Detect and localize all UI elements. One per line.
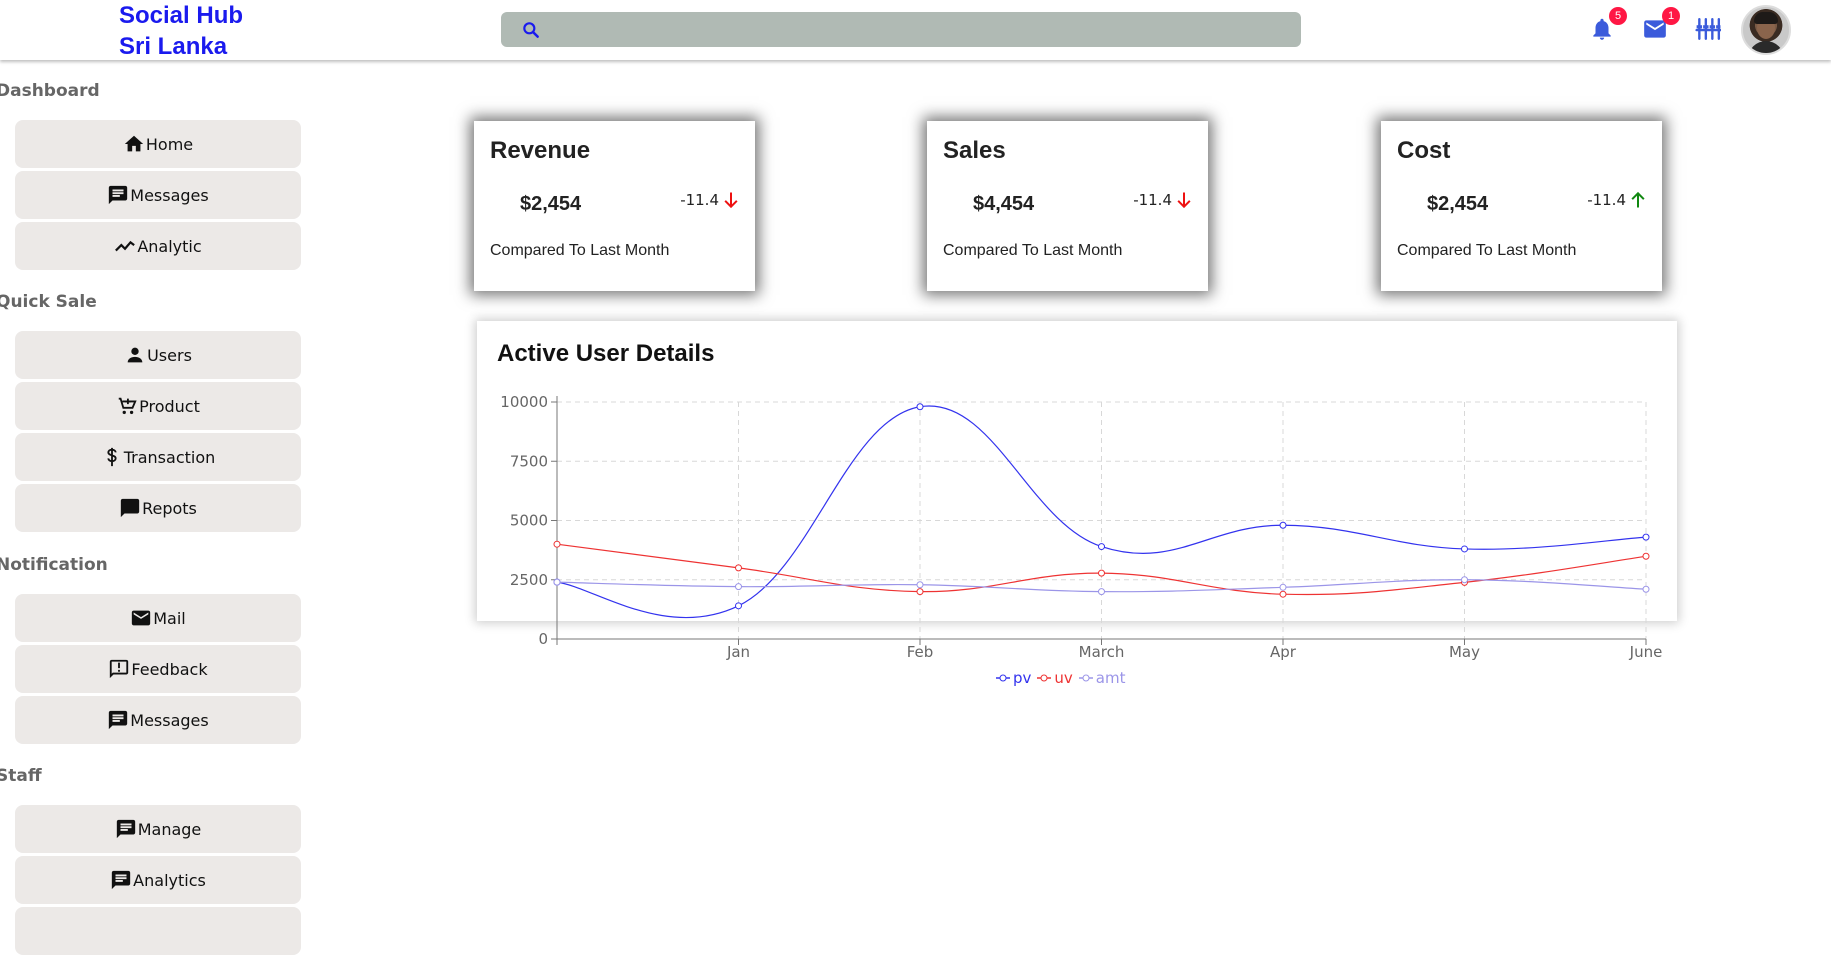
x-tick-label: May (1449, 643, 1480, 661)
sidebar-item-repots[interactable]: Repots (15, 484, 301, 532)
settings-sliders-icon (1695, 18, 1723, 40)
message-icon (112, 870, 131, 890)
card-value: $2,454 (520, 193, 582, 215)
sidebar-item-analytics[interactable]: Analytics (15, 856, 301, 904)
chart-legend: pv uv amt (996, 669, 1125, 687)
x-tick-label: Feb (907, 643, 934, 661)
sidebar-item-transaction[interactable]: Transaction (15, 433, 301, 481)
arrow-down-icon (724, 192, 738, 209)
card-subtitle: Compared To Last Month (490, 242, 670, 259)
message-icon (116, 819, 135, 839)
sidebar-item-users[interactable]: Users (15, 331, 301, 379)
sidebar: Dashboard Home Messages Analytic Quick S… (0, 60, 310, 955)
search-icon[interactable] (521, 20, 541, 40)
app-title-line1: Social Hub (119, 2, 244, 29)
legend-item-pv[interactable]: pv (996, 669, 1031, 687)
legend-item-uv[interactable]: uv (1037, 669, 1073, 687)
arrow-up-icon (1631, 191, 1645, 208)
sidebar-item-manage[interactable]: Manage (15, 805, 301, 853)
sidebar-section-dashboard: Dashboard (0, 81, 100, 101)
home-icon (124, 135, 144, 152)
chat-icon (120, 498, 140, 518)
messages-button[interactable]: 1 (1642, 7, 1680, 42)
sidebar-item-label: Mail (153, 608, 186, 628)
sidebar-item-label: Analytics (133, 870, 206, 890)
sidebar-item-label: Users (147, 345, 192, 365)
sidebar-item-home[interactable]: Home (15, 120, 301, 168)
sidebar-item-product[interactable]: Product (15, 382, 301, 430)
mail-icon (132, 610, 151, 626)
revenue-card: Revenue $2,454 -11.4 Compared To Last Mo… (474, 121, 755, 291)
cost-card: Cost $2,454 -11.4 Compared To Last Month (1381, 121, 1662, 291)
trending-icon (115, 240, 136, 252)
sidebar-item-partial[interactable] (15, 907, 301, 955)
legend-marker-icon (996, 674, 1010, 682)
card-rate: -11.4 (1587, 189, 1648, 211)
legend-marker-icon (1037, 674, 1052, 682)
sales-card: Sales $4,454 -11.4 Compared To Last Mont… (927, 121, 1208, 291)
notifications-badge: 5 (1609, 7, 1627, 25)
card-rate-value: -11.4 (680, 191, 719, 209)
sidebar-item-label: Product (139, 396, 200, 416)
sidebar-item-mail[interactable]: Mail (15, 594, 301, 642)
message-icon (109, 710, 128, 730)
y-tick-label: 0 (538, 630, 548, 648)
x-tick-label: Jan (726, 643, 750, 661)
sidebar-section-staff: Staff (0, 766, 42, 786)
sidebar-item-label: Home (145, 134, 194, 154)
message-icon (109, 185, 128, 205)
card-rate-value: -11.4 (1587, 191, 1626, 209)
sidebar-item-label: Analytic (137, 236, 202, 256)
cart-icon (118, 397, 137, 415)
sidebar-item-label: Messages (130, 185, 209, 205)
feedback-icon (110, 659, 129, 679)
avatar[interactable] (1741, 5, 1791, 55)
sidebar-item-messages[interactable]: Messages (15, 171, 301, 219)
legend-label: pv (1013, 669, 1032, 687)
card-title: Sales (943, 137, 1006, 164)
legend-marker-icon (1078, 674, 1093, 682)
messages-badge: 1 (1662, 7, 1680, 25)
sidebar-item-label: Manage (137, 819, 202, 839)
chart-title: Active User Details (497, 340, 715, 367)
card-rate-value: -11.4 (1133, 191, 1172, 209)
card-subtitle: Compared To Last Month (943, 242, 1123, 259)
person-icon (127, 347, 143, 363)
arrow-down-icon (1177, 192, 1191, 209)
legend-label: amt (1095, 669, 1126, 687)
sidebar-item-label: Messages (130, 710, 209, 730)
card-rate: -11.4 (1133, 189, 1194, 211)
sidebar-item-feedback[interactable]: Feedback (15, 645, 301, 693)
sidebar-section-notification: Notification (0, 555, 108, 575)
card-value: $2,454 (1427, 193, 1489, 215)
x-tick-label: March (1079, 643, 1125, 661)
sidebar-item-label: Feedback (131, 659, 208, 679)
app-logo[interactable]: Social Hub Sri Lanka (119, 0, 243, 62)
sidebar-section-quick-sale: Quick Sale (0, 292, 97, 312)
sidebar-item-analytic[interactable]: Analytic (15, 222, 301, 270)
dollar-icon (107, 447, 117, 467)
legend-label: uv (1054, 669, 1073, 687)
notifications-button[interactable]: 5 (1589, 7, 1627, 42)
top-bar: Social Hub Sri Lanka 5 1 (0, 0, 1831, 60)
x-tick-label: June (1629, 643, 1663, 661)
card-subtitle: Compared To Last Month (1397, 242, 1577, 259)
sidebar-item-label: Transaction (123, 447, 216, 467)
sidebar-item-label: Repots (142, 498, 197, 518)
card-title: Cost (1397, 137, 1451, 164)
card-rate: -11.4 (680, 189, 741, 211)
legend-item-amt[interactable]: amt (1078, 669, 1126, 687)
settings-button[interactable] (1695, 16, 1723, 42)
sidebar-item-notification-messages[interactable]: Messages (15, 696, 301, 744)
card-title: Revenue (490, 137, 591, 164)
app-title-line2: Sri Lanka (119, 33, 228, 60)
card-value: $4,454 (973, 193, 1035, 215)
x-tick-label: Apr (1270, 643, 1297, 661)
search-bar[interactable] (501, 12, 1301, 47)
